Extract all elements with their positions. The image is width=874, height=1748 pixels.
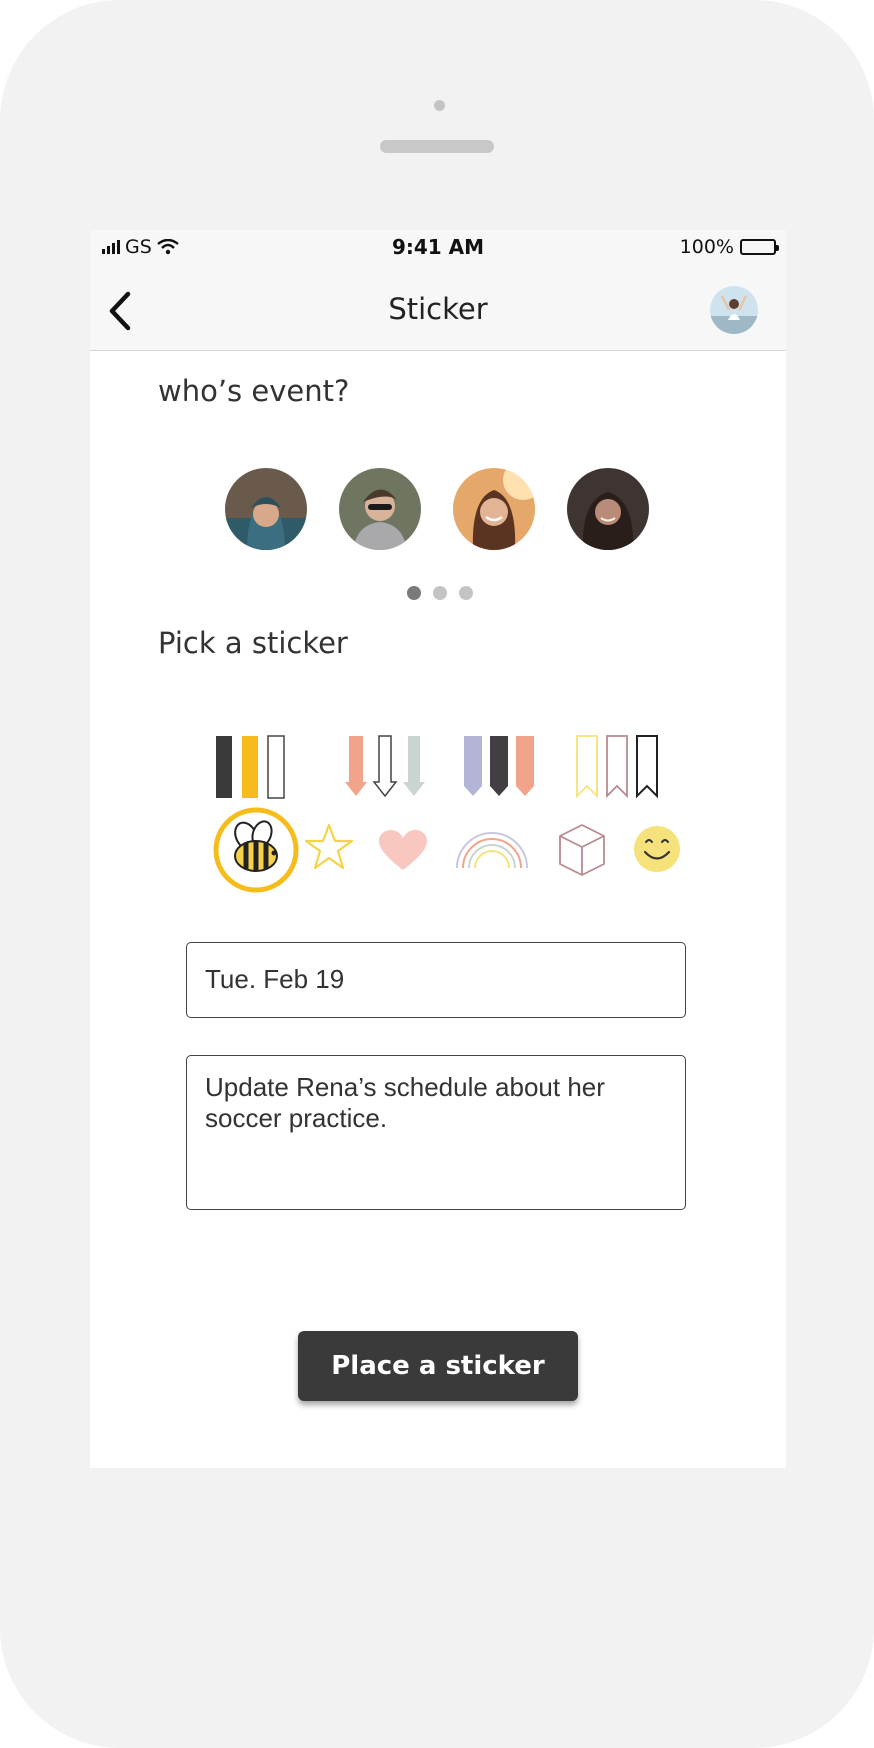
status-bar: GS 9:41 AM 100% (90, 230, 786, 270)
person-carousel (225, 468, 649, 550)
app-screen: GS 9:41 AM 100% Sticker who’s event? Pic… (90, 230, 786, 1468)
phone-frame: GS 9:41 AM 100% Sticker who’s event? Pic… (0, 0, 874, 1748)
heart-sticker[interactable] (379, 830, 427, 872)
person-avatar-4[interactable] (567, 468, 649, 550)
bookmark-set-sticker[interactable] (575, 734, 665, 800)
camera-dot (434, 100, 445, 111)
person-avatar-2[interactable] (339, 468, 421, 550)
profile-avatar[interactable] (710, 286, 758, 334)
star-sticker[interactable] (304, 822, 354, 872)
event-note-field[interactable]: Update Rena’s schedule about her soccer … (186, 1055, 686, 1210)
page-dot-3[interactable] (459, 586, 473, 600)
pennant-set-sticker[interactable] (462, 734, 538, 800)
cube-sticker[interactable] (556, 823, 608, 877)
person-avatar-3[interactable] (453, 468, 535, 550)
page-dot-2[interactable] (433, 586, 447, 600)
person-avatar-1[interactable] (225, 468, 307, 550)
smiley-sticker[interactable] (633, 825, 681, 873)
pick-sticker-label: Pick a sticker (158, 626, 348, 660)
battery-percent: 100% (679, 236, 734, 258)
speaker-slot (380, 140, 494, 153)
page-title: Sticker (388, 292, 488, 326)
arrow-set-sticker[interactable] (345, 735, 425, 798)
page-dot-1[interactable] (407, 586, 421, 600)
nav-bar: Sticker (90, 270, 786, 351)
carousel-page-dots (407, 586, 473, 600)
bee-sticker[interactable] (212, 806, 300, 894)
event-note-line-2: soccer practice. (205, 1103, 388, 1133)
battery-info: 100% (679, 236, 779, 258)
marker-set-sticker[interactable] (214, 734, 290, 800)
rainbow-sticker[interactable] (454, 824, 530, 870)
battery-icon (740, 239, 779, 255)
whos-event-label: who’s event? (158, 374, 350, 408)
event-note-line-1: Update Rena’s schedule about her (205, 1072, 605, 1102)
place-sticker-button[interactable]: Place a sticker (298, 1331, 578, 1401)
date-field[interactable]: Tue. Feb 19 (186, 942, 686, 1018)
